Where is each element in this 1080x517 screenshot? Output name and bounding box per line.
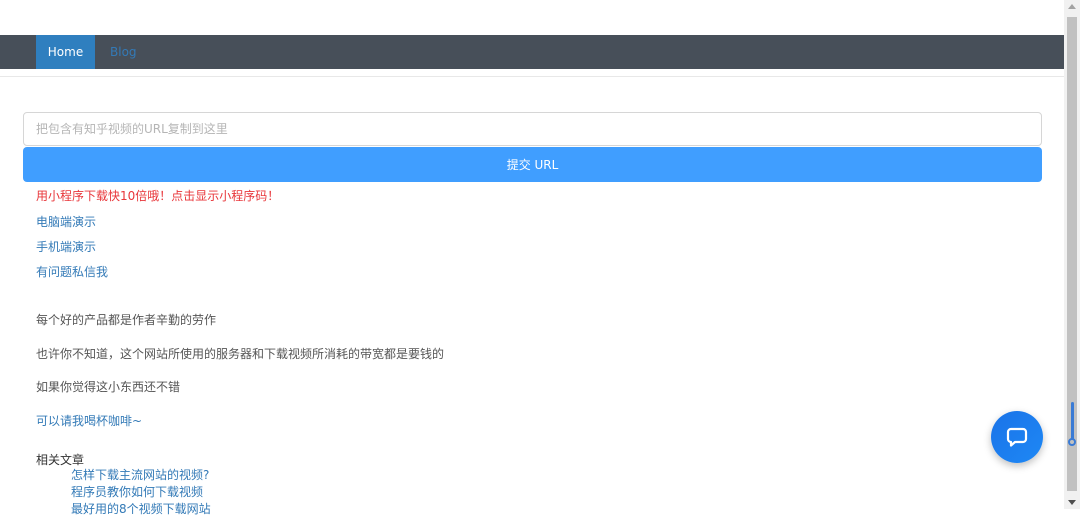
donation-text-3: 如果你觉得这小东西还不错 [36,380,181,394]
top-blank-bar [0,0,1064,35]
scroll-position-marker [1071,402,1074,440]
header-divider [0,76,1064,77]
contact-link[interactable]: 有问题私信我 [36,263,108,280]
related-heading: 相关文章 [36,453,85,467]
nav-blog-link[interactable]: Blog [110,35,137,69]
donation-text-1: 每个好的产品都是作者辛勤的劳作 [36,313,217,327]
chat-button[interactable] [991,411,1043,463]
related-article-link[interactable]: 最好用的8个视频下载网站 [71,501,211,517]
nav-home-tab[interactable]: Home [36,35,95,69]
mobile-demo-link[interactable]: 手机端演示 [36,238,96,255]
pc-demo-link[interactable]: 电脑端演示 [36,213,96,230]
submit-url-button[interactable]: 提交 URL [23,147,1042,182]
url-input[interactable] [23,112,1042,146]
related-article-link[interactable]: 程序员教你如何下载视频 [71,484,203,500]
chat-bubble-icon [1006,427,1028,447]
scroll-handle-dot-icon[interactable] [1068,438,1076,446]
miniprogram-link[interactable]: 用小程序下载快10倍哦！点击显示小程序码！ [36,187,279,204]
related-article-link[interactable]: 怎样下载主流网站的视频? [71,467,209,483]
vertical-scrollbar[interactable] [1064,0,1080,509]
scroll-down-arrow-icon[interactable] [1068,500,1076,505]
donation-text-2: 也许你不知道，这个网站所使用的服务器和下载视频所消耗的带宽都是要钱的 [36,347,445,361]
coffee-link[interactable]: 可以请我喝杯咖啡~ [36,412,142,429]
navbar: Home Blog [0,35,1064,69]
scroll-up-arrow-icon[interactable] [1068,4,1076,9]
